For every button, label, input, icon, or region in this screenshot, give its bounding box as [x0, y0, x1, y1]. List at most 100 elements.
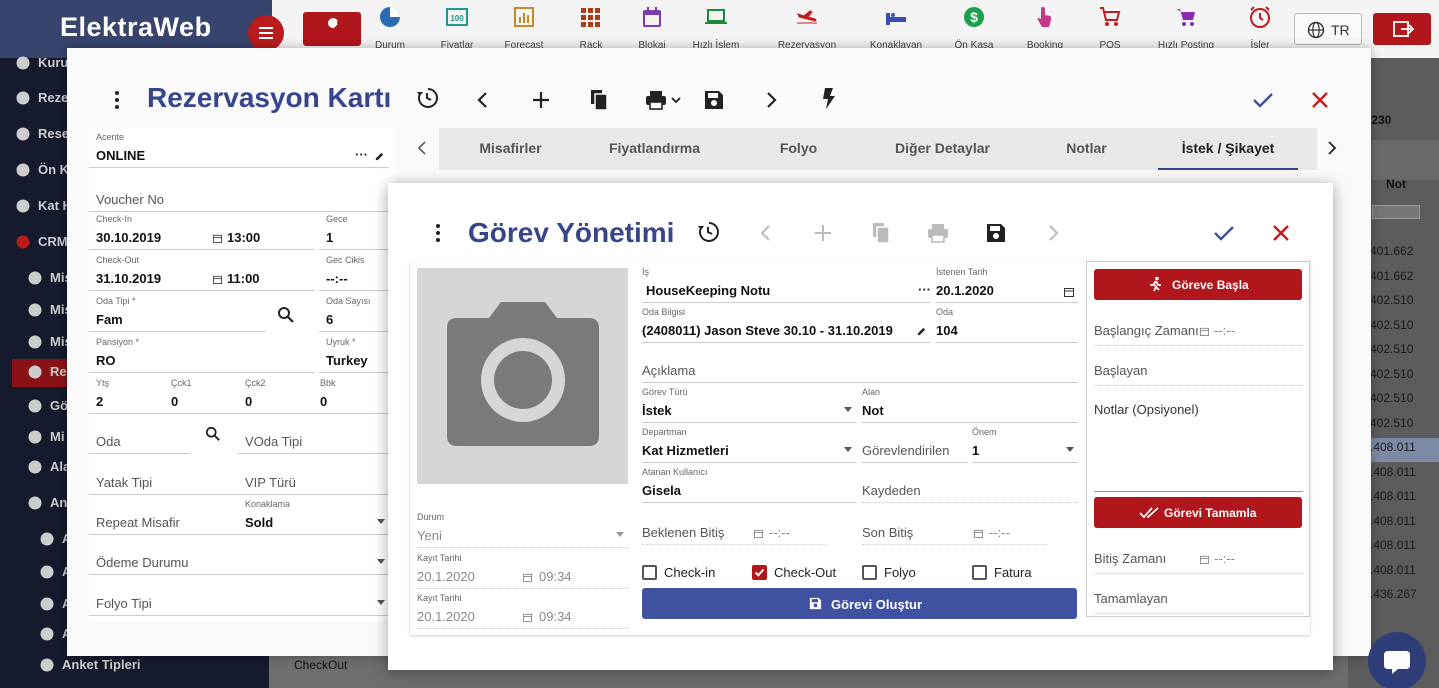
save-icon[interactable]: [702, 88, 726, 112]
tools-button[interactable]: [303, 12, 361, 46]
add-icon[interactable]: [529, 88, 553, 112]
vip-type-field[interactable]: VIP Türü: [238, 455, 389, 495]
checkin-field[interactable]: Check-In 30.10.2019 13:00: [89, 210, 315, 250]
toolbar-item-hand-pointer[interactable]: Booking: [1015, 5, 1075, 51]
assignee-field[interactable]: Görevlendirilen: [862, 423, 968, 463]
stay-type-field[interactable]: Konaklama Sold: [238, 495, 389, 535]
child2-field[interactable]: Çck2 0: [238, 374, 315, 414]
agency-field[interactable]: Acente ONLINE ···: [89, 128, 389, 168]
chat-button[interactable]: [1368, 632, 1426, 688]
priority-field[interactable]: Önem 1: [972, 423, 1078, 463]
tab-notes[interactable]: Notlar: [1015, 128, 1158, 170]
close-icon[interactable]: [1269, 221, 1293, 245]
end-time-field[interactable]: Bitiş Zamanı --:--: [1094, 534, 1303, 574]
room-field[interactable]: Oda: [89, 414, 190, 454]
toolbar-item-price-grid[interactable]: 100 Fiyatlar: [427, 5, 487, 51]
board-field[interactable]: Pansiyon * RO: [89, 333, 315, 373]
more-vert-icon[interactable]: [426, 221, 450, 245]
payment-status-field[interactable]: Ödeme Durumu: [89, 535, 389, 575]
checkbox-check-out[interactable]: [752, 565, 767, 580]
flash-icon[interactable]: [817, 86, 841, 110]
toolbar-item-fast-cart[interactable]: Hızlı Posting: [1156, 5, 1216, 51]
complete-task-button[interactable]: Görevi Tamamla: [1094, 497, 1302, 528]
voucher-field[interactable]: Voucher No: [89, 172, 389, 212]
calendar-icon[interactable]: [1064, 287, 1074, 297]
toolbar-item-plane[interactable]: Rezervasyon: [777, 5, 837, 51]
late-checkout-field[interactable]: Gec Cikis --:--: [319, 251, 389, 291]
tabs-scroll-right-icon[interactable]: [1323, 137, 1341, 159]
room-number-field[interactable]: Oda 104: [936, 303, 1078, 343]
toolbar-item-cart[interactable]: POS: [1080, 5, 1140, 51]
history-icon[interactable]: [415, 86, 439, 110]
toolbar-item-laptop[interactable]: Hızlı İşlem: [686, 5, 746, 51]
folio-type-field[interactable]: Folyo Tipi: [89, 576, 389, 616]
start-time-field[interactable]: Başlangıç Zamanı --:--: [1094, 306, 1303, 346]
edit-icon[interactable]: [916, 326, 927, 337]
room-info-field[interactable]: Oda Bilgisi (2408011) Jason Steve 30.10 …: [642, 303, 930, 343]
ellipsis-icon[interactable]: ···: [918, 282, 931, 297]
voda-type-field[interactable]: VOda Tipi: [238, 414, 389, 454]
search-icon[interactable]: [277, 306, 295, 324]
area-field[interactable]: Alan Not: [862, 383, 1078, 423]
toolbar-item-bed[interactable]: Konaklayan: [866, 5, 926, 51]
sidebar-item-label: Re: [50, 364, 67, 379]
confirm-check-icon[interactable]: [1251, 88, 1275, 112]
history-icon[interactable]: [696, 220, 720, 244]
baby-field[interactable]: Bbk 0: [313, 374, 389, 414]
save-icon[interactable]: [984, 221, 1008, 245]
menu-button[interactable]: [248, 15, 284, 51]
print-icon[interactable]: [644, 88, 668, 112]
notes-textarea[interactable]: Notlar (Opsiyonel): [1094, 394, 1303, 492]
checkbox-check-in[interactable]: [642, 565, 657, 580]
exit-button[interactable]: [1373, 13, 1431, 45]
checkout-field[interactable]: Check-Out 31.10.2019 11:00: [89, 251, 315, 291]
create-task-button[interactable]: Görevi Oluştur: [642, 588, 1077, 619]
requested-date-field[interactable]: İstenen Tarih 20.1.2020: [936, 263, 1078, 303]
tabs-scroll-left-icon[interactable]: [413, 137, 431, 159]
room-count-field[interactable]: Oda Sayısı 6: [319, 292, 389, 332]
room-type-field[interactable]: Oda Tipi * Fam: [89, 292, 266, 332]
tab-other-details[interactable]: Diğer Detaylar: [870, 128, 1015, 170]
print-dropdown-icon[interactable]: [671, 96, 681, 104]
toolbar-item-bar-chart[interactable]: Forecast: [494, 5, 554, 51]
adults-field[interactable]: Ytş 2: [89, 374, 166, 414]
child1-field[interactable]: Çck1 0: [164, 374, 240, 414]
language-button[interactable]: TR: [1294, 13, 1362, 45]
confirm-check-icon[interactable]: [1212, 221, 1236, 245]
tab-requests-complaints[interactable]: İstek / Şikayet: [1158, 128, 1298, 170]
toolbar-item-dollar[interactable]: $ Ön Kasa: [944, 5, 1004, 51]
task-type-field[interactable]: Görev Türü İstek: [642, 383, 856, 423]
edit-icon[interactable]: [374, 151, 385, 162]
nationality-field[interactable]: Uyruk * Turkey: [319, 333, 389, 373]
tab-guests[interactable]: Misafirler: [439, 128, 582, 170]
tab-folio[interactable]: Folyo: [727, 128, 870, 170]
more-vert-icon[interactable]: [105, 88, 129, 112]
photo-placeholder[interactable]: [417, 268, 628, 484]
start-task-button[interactable]: Göreve Başla: [1094, 269, 1302, 300]
search-icon[interactable]: [205, 426, 221, 442]
dropdown-arrow-icon: [377, 600, 385, 605]
chevron-left-icon[interactable]: [471, 88, 495, 112]
toolbar-item-pie-chart[interactable]: Durum: [360, 5, 420, 51]
bed-type-field[interactable]: Yatak Tipi: [89, 455, 240, 495]
assigned-user-field[interactable]: Atanan Kullanıcı Gisela: [642, 463, 856, 503]
expected-end-field[interactable]: Beklenen Bitiş --:--: [642, 505, 826, 545]
last-end-field[interactable]: Son Bitiş --:--: [862, 505, 1048, 545]
toolbar-item-calendar[interactable]: Blokaj: [622, 5, 682, 51]
task-field[interactable]: İş HouseKeeping Notu ···: [642, 263, 931, 303]
nights-field[interactable]: Gece 1: [319, 210, 389, 250]
checkbox-label: Check-in: [664, 565, 716, 580]
chevron-right-icon[interactable]: [759, 88, 783, 112]
department-field[interactable]: Departman Kat Hizmetleri: [642, 423, 856, 463]
close-icon[interactable]: [1308, 88, 1332, 112]
nights-label: Gece: [326, 214, 348, 224]
description-field[interactable]: Açıklama: [642, 343, 1078, 383]
tab-pricing[interactable]: Fiyatlandırma: [582, 128, 727, 170]
toolbar-item-clock[interactable]: İşler: [1230, 5, 1290, 51]
repeat-guest-field[interactable]: Repeat Misafir: [89, 495, 240, 535]
ellipsis-icon[interactable]: ···: [355, 147, 368, 162]
copy-icon[interactable]: [587, 88, 611, 112]
checkbox-folyo[interactable]: [862, 565, 877, 580]
toolbar-item-rack-grid[interactable]: Rack: [561, 5, 621, 51]
checkbox-fatura[interactable]: [972, 565, 987, 580]
